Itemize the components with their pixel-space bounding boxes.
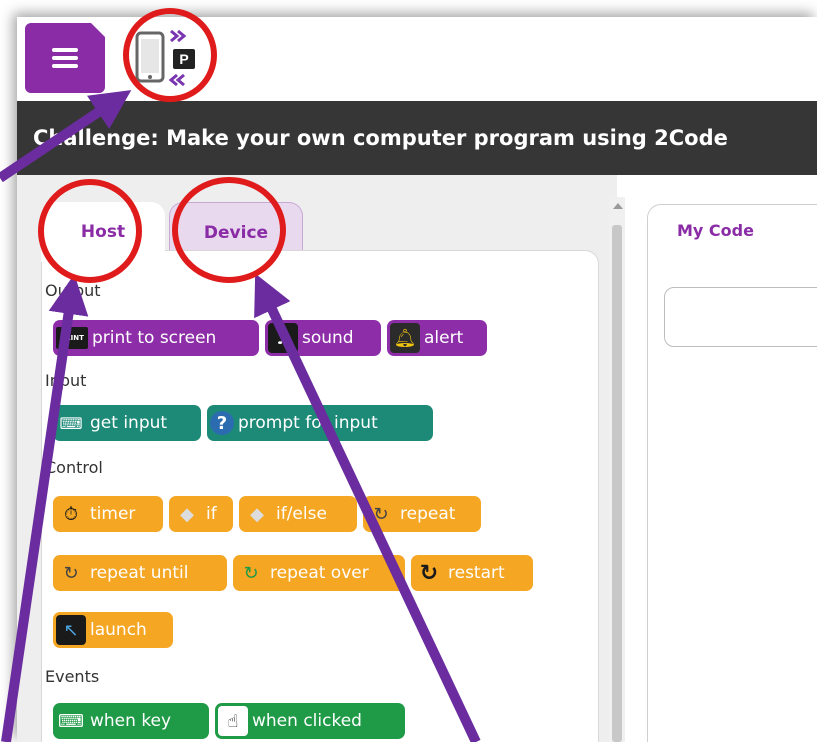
block-label: print to screen <box>92 328 217 348</box>
hand-pointer-icon: ☝ <box>218 706 248 736</box>
launch-arrow-icon: ↖ <box>56 615 86 645</box>
block-label: launch <box>90 620 147 640</box>
block-restart[interactable]: ↻ restart <box>411 555 533 591</box>
block-if[interactable]: ◆ if <box>169 496 233 532</box>
block-label: if <box>206 504 217 524</box>
challenge-title-bar: Challenge: Make your own computer progra… <box>17 101 817 175</box>
block-label: repeat <box>400 504 456 524</box>
connection-letter: P <box>179 51 188 67</box>
page-title: Challenge: Make your own computer progra… <box>33 126 728 150</box>
block-repeat-over[interactable]: ↻ repeat over <box>233 555 405 591</box>
music-note-icon: ♫ <box>268 323 298 353</box>
block-label: restart <box>448 563 505 583</box>
category-input: Input <box>45 371 87 390</box>
block-label: timer <box>90 504 136 524</box>
scroll-up-arrow-icon[interactable] <box>613 203 623 209</box>
my-code-panel <box>647 204 817 742</box>
tab-device-label: Device <box>203 223 269 243</box>
block-repeat-until[interactable]: ↻ repeat until <box>53 555 227 591</box>
keyboard-download-icon: ⌨ <box>59 413 83 433</box>
app-window: P Challenge: Make your own computer prog… <box>17 17 817 742</box>
repeat-icon: ↻ <box>373 503 389 525</box>
block-repeat[interactable]: ↻ repeat <box>363 496 481 532</box>
print-icon-text: PRINT <box>60 334 84 342</box>
block-print-to-screen[interactable]: PRINT print to screen <box>53 320 259 356</box>
print-icon: PRINT <box>56 327 88 349</box>
block-get-input[interactable]: ⌨ get input <box>53 405 201 441</box>
device-connection-icon[interactable]: P <box>129 25 209 95</box>
block-label: prompt for input <box>238 413 378 433</box>
keyboard-icon: ⌨ <box>58 710 84 732</box>
block-label: repeat over <box>270 563 369 583</box>
block-label: when key <box>90 711 172 731</box>
repeat-until-icon: ↻ <box>63 562 79 584</box>
my-code-title: My Code <box>677 221 754 240</box>
stopwatch-icon: ⏱ <box>63 503 79 525</box>
block-when-clicked[interactable]: ☝ when clicked <box>215 703 405 739</box>
block-when-key[interactable]: ⌨ when key <box>53 703 209 739</box>
block-label: get input <box>90 413 168 433</box>
category-control: Control <box>45 458 103 477</box>
block-alert[interactable]: 🔔︎ alert <box>387 320 487 356</box>
if-else-diamond-icon: ◆ <box>250 503 264 525</box>
block-timer[interactable]: ⏱ timer <box>53 496 163 532</box>
block-label: if/else <box>276 504 327 524</box>
block-label: repeat until <box>90 563 189 583</box>
block-launch[interactable]: ↖ launch <box>53 612 173 648</box>
menu-button-corner <box>91 23 105 37</box>
menu-button[interactable] <box>25 23 105 93</box>
restart-icon: ↻ <box>419 560 439 586</box>
question-icon: ? <box>210 411 234 435</box>
scrollbar-thumb[interactable] <box>612 225 622 742</box>
block-prompt-for-input[interactable]: ? prompt for input <box>207 405 433 441</box>
block-sound[interactable]: ♫ sound <box>265 320 381 356</box>
block-label: when clicked <box>252 711 362 731</box>
tab-host[interactable]: Host <box>41 202 165 262</box>
hamburger-menu-icon <box>52 48 78 68</box>
category-events: Events <box>45 667 100 686</box>
code-input-box[interactable] <box>664 287 817 347</box>
block-label: sound <box>302 328 354 348</box>
block-label: alert <box>424 328 464 348</box>
repeat-over-icon: ↻ <box>243 562 259 584</box>
if-diamond-icon: ◆ <box>180 503 194 525</box>
bell-icon: 🔔︎ <box>390 323 420 353</box>
category-output: Output <box>45 281 101 300</box>
tab-host-label: Host <box>80 222 126 242</box>
block-if-else[interactable]: ◆ if/else <box>239 496 357 532</box>
